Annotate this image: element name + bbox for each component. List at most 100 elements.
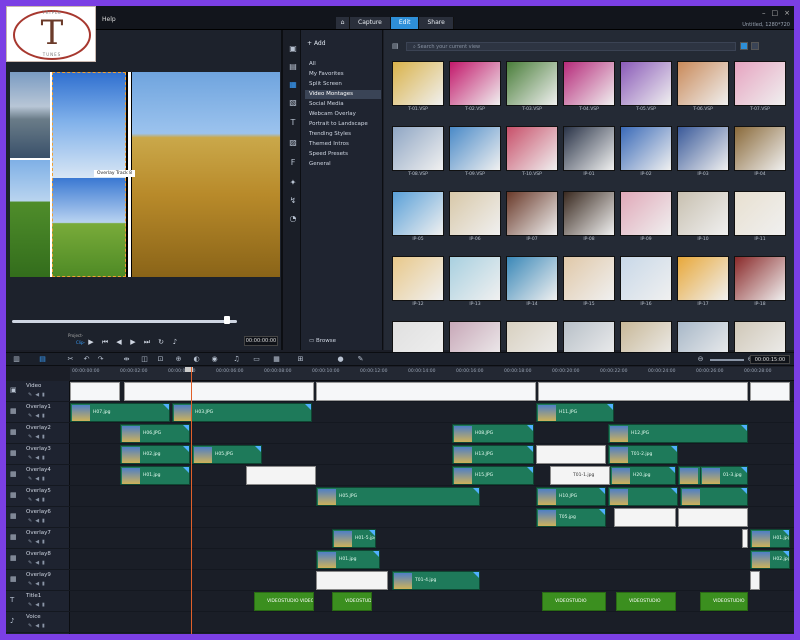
category-item[interactable]: Portrait to Landscape xyxy=(305,120,381,129)
timeline-view-icon[interactable]: ▤ xyxy=(38,355,47,364)
track-controls-icon[interactable]: ✎◀▮ xyxy=(28,602,48,608)
painting-icon[interactable]: ✎ xyxy=(356,355,365,364)
template-thumbnail[interactable]: T-01.VSP xyxy=(392,61,444,116)
redo-icon[interactable]: ↷ xyxy=(96,355,105,364)
title-clip[interactable]: VIDEOSTUDIO xyxy=(616,592,676,611)
title-clip[interactable]: VIDEOSTUDIO xyxy=(542,592,606,611)
undo-icon[interactable]: ↶ xyxy=(82,355,91,364)
video-clip[interactable] xyxy=(538,382,748,401)
template-thumbnail[interactable]: IP-09 xyxy=(620,191,672,246)
overlay-clip[interactable]: H03.JPG xyxy=(172,403,312,422)
record-icon[interactable]: ● xyxy=(336,355,345,364)
template-thumbnail[interactable]: IP-14 xyxy=(506,256,558,311)
timeline-timecode[interactable]: 00:00:15:00 xyxy=(750,355,790,364)
track-header[interactable]: ▦ Overlay4 ✎◀▮ xyxy=(6,465,70,486)
templates-icon[interactable]: ▦ xyxy=(288,80,298,90)
track-controls-icon[interactable]: ✎◀▮ xyxy=(28,413,48,419)
template-thumbnail[interactable]: T-10.VSP xyxy=(506,126,558,181)
track-controls-icon[interactable]: ✎◀▮ xyxy=(28,497,48,503)
track-header[interactable]: ♪ Voice ✎◀▮ xyxy=(6,612,70,633)
overlay-clip[interactable]: H01.jpg xyxy=(316,550,380,569)
overlay-icon[interactable]: ✦ xyxy=(288,178,298,188)
template-thumbnail[interactable]: IP-16 xyxy=(620,256,672,311)
home-tab[interactable]: ⌂ xyxy=(336,17,350,29)
track-header[interactable]: ▦ Overlay6 ✎◀▮ xyxy=(6,507,70,528)
overlay-clip[interactable] xyxy=(750,571,760,590)
preview-timecode[interactable]: 00:00:00:00 xyxy=(244,336,278,346)
color-icon[interactable]: ◉ xyxy=(210,355,219,364)
video-clip[interactable] xyxy=(316,382,536,401)
track-lane[interactable] xyxy=(70,528,794,549)
overlay-clip[interactable] xyxy=(680,487,748,506)
track-header[interactable]: ▦ Overlay8 ✎◀▮ xyxy=(6,549,70,570)
overlay-clip[interactable]: H02.jpg xyxy=(120,445,190,464)
tab-share[interactable]: Share xyxy=(419,17,454,29)
overlay-clip[interactable] xyxy=(608,487,678,506)
scrubber-handle[interactable] xyxy=(224,316,230,324)
scrubber-bar[interactable] xyxy=(12,320,237,323)
template-thumbnail[interactable]: T-02.VSP xyxy=(449,61,501,116)
template-thumbnail[interactable]: IP-13 xyxy=(449,256,501,311)
overlay-clip[interactable]: T01-1.jpg xyxy=(550,466,610,485)
template-thumbnail[interactable]: T-03.VSP xyxy=(506,61,558,116)
overlay-clip[interactable]: H20.jpg xyxy=(610,466,676,485)
overlay-clip[interactable]: H15.JPG xyxy=(452,466,534,485)
tab-capture[interactable]: Capture xyxy=(350,17,391,29)
template-thumbnail[interactable]: IP-02 xyxy=(620,126,672,181)
overlay-clip[interactable]: H02.jpg xyxy=(750,550,790,569)
title-icon[interactable]: T xyxy=(288,118,298,128)
overlay-clip[interactable]: T01-4.jpg xyxy=(392,571,480,590)
track-controls-icon[interactable]: ✎◀▮ xyxy=(28,518,48,524)
track-lane[interactable] xyxy=(70,591,794,612)
prev-frame-icon[interactable]: ◀ xyxy=(114,337,124,347)
media-icon[interactable]: ▣ xyxy=(288,44,298,54)
overlay-clip[interactable]: 01-3.jpg xyxy=(700,466,748,485)
instant-project-icon[interactable]: ▤ xyxy=(288,62,298,72)
category-item[interactable]: Video Montages xyxy=(305,90,381,99)
template-thumbnail[interactable]: IP-12 xyxy=(392,256,444,311)
template-thumbnail[interactable]: IP-18 xyxy=(734,256,786,311)
template-thumbnail[interactable]: IP-05 xyxy=(392,191,444,246)
overlay-clip[interactable]: H12.JPG xyxy=(608,424,748,443)
template-thumbnail[interactable]: IP-04 xyxy=(734,126,786,181)
timeline-ruler[interactable]: 00:00:00:00 00:00:02:00 00:00:04:00 00:00:0… xyxy=(70,367,794,381)
track-controls-icon[interactable]: ✎◀▮ xyxy=(28,581,48,587)
track-header[interactable]: T Title1 ✎◀▮ xyxy=(6,591,70,612)
video-clip[interactable] xyxy=(750,382,790,401)
template-thumbnail[interactable]: IP-10 xyxy=(677,191,729,246)
track-controls-icon[interactable]: ✎◀▮ xyxy=(28,392,48,398)
track-header[interactable]: ▦ Overlay1 ✎◀▮ xyxy=(6,402,70,423)
overlay-clip[interactable]: H01-5.jpg xyxy=(332,529,376,548)
overlay-clip[interactable]: T01-2.jpg xyxy=(608,445,678,464)
category-item[interactable]: Trending Styles xyxy=(305,130,381,139)
overlay-clip[interactable] xyxy=(614,508,676,527)
tools-icon[interactable]: ✂ xyxy=(66,355,75,364)
template-thumbnail[interactable]: IP-07 xyxy=(506,191,558,246)
track-header[interactable]: ▦ Overlay2 ✎◀▮ xyxy=(6,423,70,444)
track-controls-icon[interactable]: ✎◀▮ xyxy=(28,434,48,440)
overlay-clip[interactable] xyxy=(316,571,388,590)
title-clip[interactable]: VIDEOSTUDIO xyxy=(700,592,748,611)
video-clip[interactable] xyxy=(124,382,314,401)
category-item[interactable]: All xyxy=(305,60,381,69)
track-controls-icon[interactable]: ✎◀▮ xyxy=(28,455,48,461)
zoom-slider[interactable] xyxy=(710,359,744,361)
overlay-clip[interactable]: H05.JPG xyxy=(192,445,262,464)
minimize-icon[interactable]: – xyxy=(762,9,766,17)
list-view-icon[interactable] xyxy=(740,42,748,50)
overlay-clip[interactable]: H13.JPG xyxy=(452,445,534,464)
template-thumbnail[interactable]: T-04.VSP xyxy=(563,61,615,116)
template-thumbnail[interactable]: IP-08 xyxy=(563,191,615,246)
track-header[interactable]: ▣ Video ✎◀▮ xyxy=(6,381,70,402)
overlay-clip[interactable]: H01.jpg xyxy=(120,466,190,485)
template-thumbnail[interactable]: T-07.VSP xyxy=(734,61,786,116)
maximize-icon[interactable]: □ xyxy=(772,9,779,17)
overlay-clip[interactable] xyxy=(536,445,606,464)
video-clip[interactable] xyxy=(70,382,120,401)
repeat-icon[interactable]: ↻ xyxy=(156,337,166,347)
graphics-icon[interactable]: ▨ xyxy=(288,138,298,148)
tab-edit[interactable]: Edit xyxy=(390,17,420,29)
template-thumbnail[interactable]: IP-15 xyxy=(563,256,615,311)
template-thumbnail[interactable]: T-06.VSP xyxy=(677,61,729,116)
template-thumbnail[interactable]: IP-11 xyxy=(734,191,786,246)
